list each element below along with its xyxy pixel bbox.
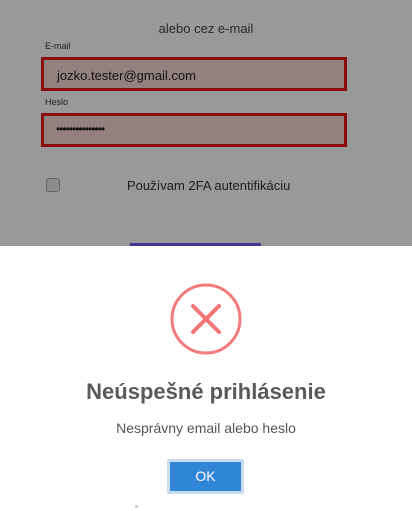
divider-dot bbox=[135, 505, 138, 508]
error-dialog: Neúspešné prihlásenie Nesprávny email al… bbox=[0, 246, 412, 511]
ok-button[interactable]: OK bbox=[167, 459, 244, 494]
error-x-icon bbox=[170, 283, 242, 355]
login-page: alebo cez e-mail E-mail jozko.tester@gma… bbox=[0, 0, 412, 511]
dialog-message: Nesprávny email alebo heslo bbox=[116, 420, 296, 436]
dialog-title: Neúspešné prihlásenie bbox=[86, 379, 326, 404]
